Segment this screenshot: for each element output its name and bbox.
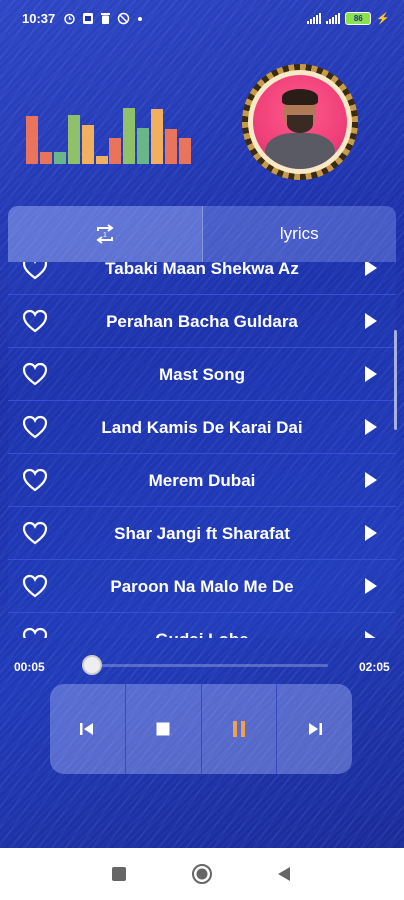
equalizer-bar [81, 125, 94, 164]
song-list: Tabaki Maan Shekwa Az Perahan Bacha Gulda… [8, 262, 396, 638]
status-bar: 10:37 86 ⚡ [0, 0, 404, 36]
equalizer-bar [39, 152, 52, 164]
favorite-heart-icon[interactable] [22, 309, 48, 333]
elapsed-time: 00:05 [14, 660, 45, 674]
dot-icon [138, 16, 143, 21]
song-title: Perahan Bacha Guldara [106, 311, 298, 331]
tab-bar: 1 lyrics [8, 206, 396, 262]
previous-icon [80, 723, 94, 735]
song-row[interactable]: Mast Song [8, 348, 396, 401]
signal-icon-2 [326, 12, 341, 24]
recent-apps-icon[interactable] [111, 866, 127, 882]
svg-text:1: 1 [103, 232, 107, 239]
play-icon[interactable] [364, 471, 378, 489]
favorite-heart-icon[interactable] [22, 521, 48, 545]
song-row[interactable]: Tabaki Maan Shekwa Az [8, 262, 396, 295]
favorite-heart-icon[interactable] [22, 627, 48, 638]
song-title: Land Kamis De Karai Dai [101, 417, 303, 437]
back-icon[interactable] [276, 866, 292, 882]
song-title: Gudai Lobe [58, 613, 346, 639]
favorite-heart-icon[interactable] [22, 362, 48, 386]
song-row[interactable]: Merem Dubai [8, 454, 396, 507]
song-title: Paroon Na Malo Me De [110, 576, 294, 596]
play-icon[interactable] [364, 630, 378, 638]
play-icon[interactable] [364, 524, 378, 542]
seek-thumb[interactable] [81, 655, 102, 675]
pause-button[interactable] [200, 684, 277, 774]
playback-controls [50, 684, 352, 774]
player-screen: 10:37 86 ⚡ 1 lyrics Tabaki Maan Shekwa A… [0, 0, 404, 848]
charging-icon: ⚡ [376, 12, 390, 25]
delete-icon [101, 12, 111, 24]
tab-repeat[interactable]: 1 [8, 206, 202, 262]
song-row[interactable]: Gudai Lobe [8, 613, 396, 638]
equalizer-bar [67, 115, 80, 164]
equalizer-bar [165, 129, 177, 164]
song-row[interactable]: Perahan Bacha Guldara [8, 295, 396, 348]
tab-lyrics[interactable]: lyrics [201, 206, 396, 262]
next-button[interactable] [276, 684, 352, 774]
play-icon[interactable] [364, 577, 378, 595]
scrollbar[interactable] [394, 330, 397, 430]
song-title: Tabaki Maan Shekwa Az [105, 262, 299, 278]
artist-avatar-frame [242, 64, 358, 180]
play-icon[interactable] [364, 418, 378, 436]
equalizer-bar [95, 156, 108, 164]
repeat-icon: 1 [96, 224, 114, 244]
song-title: Merem Dubai [148, 470, 256, 490]
alarm-icon [64, 13, 75, 24]
song-title: Shar Jangi ft Sharafat [114, 523, 290, 543]
song-title: Mast Song [159, 364, 245, 384]
battery-icon: 86 [345, 11, 372, 25]
previous-button[interactable] [50, 684, 125, 774]
signal-icon [307, 12, 322, 24]
stop-button[interactable] [124, 684, 201, 774]
stop-icon [156, 722, 170, 736]
status-time: 10:37 [22, 10, 56, 26]
next-icon [308, 723, 322, 735]
seek-bar[interactable] [82, 664, 328, 667]
total-duration: 02:05 [359, 660, 390, 674]
equalizer-bar [151, 109, 164, 164]
play-icon[interactable] [364, 312, 378, 330]
equalizer-bar [178, 138, 191, 164]
favorite-heart-icon[interactable] [22, 415, 48, 439]
avatar [253, 75, 347, 169]
equalizer-bar [137, 128, 150, 164]
gallery-icon [83, 12, 94, 24]
equalizer-bar [26, 116, 38, 164]
play-icon[interactable] [364, 262, 378, 277]
equalizer-visualizer [26, 106, 196, 164]
home-icon[interactable] [191, 863, 213, 885]
equalizer-bar [109, 138, 122, 164]
song-row[interactable]: Shar Jangi ft Sharafat [8, 507, 396, 560]
equalizer-bar [123, 108, 136, 164]
song-row[interactable]: Land Kamis De Karai Dai [8, 401, 396, 454]
favorite-heart-icon[interactable] [22, 468, 48, 492]
pause-icon [232, 721, 245, 737]
play-icon[interactable] [364, 365, 378, 383]
song-row[interactable]: Paroon Na Malo Me De [8, 560, 396, 613]
sync-off-icon [118, 12, 130, 24]
equalizer-bar [53, 152, 66, 164]
navigation-bar [0, 848, 404, 900]
favorite-heart-icon[interactable] [22, 262, 48, 280]
favorite-heart-icon[interactable] [22, 574, 48, 598]
